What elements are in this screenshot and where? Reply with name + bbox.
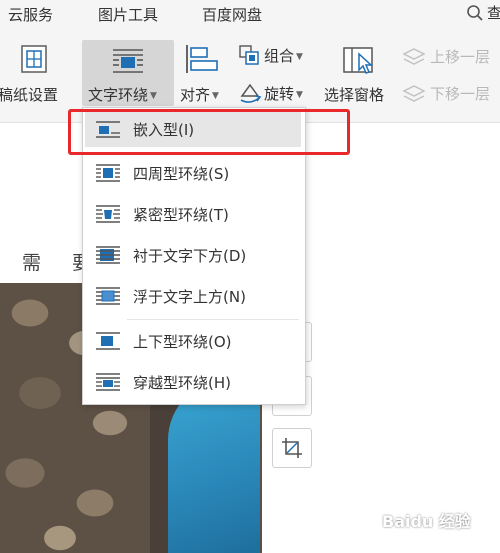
menu-item-label: 衬于文字下方(D) [133,247,247,265]
move-up-label: 上移一层 [430,48,491,66]
tight-wrap-icon [96,205,120,223]
select-pane-button[interactable]: 选择窗格 [322,40,394,106]
tab-cloud-service[interactable]: 云服务 [8,4,53,25]
select-pane-icon [343,47,373,74]
menu-item-label: 上下型环绕(O) [133,333,232,351]
chevron-down-icon: ▼ [296,51,303,62]
highlight-annotation [68,109,350,155]
tab-baidu-netdisk[interactable]: 百度网盘 [202,4,262,25]
top-bottom-wrap-icon [96,332,120,350]
group-label: 组合 ▼ [264,47,303,65]
text-wrap-icon [113,49,143,73]
text-wrap-label: 文字环绕 ▼ [88,86,157,104]
menu-item-top-bottom[interactable]: 上下型环绕(O) [85,323,301,359]
menu-item-tight[interactable]: 紧密型环绕(T) [85,196,301,232]
menu-item-label: 四周型环绕(S) [133,165,230,183]
group-button[interactable]: 组合 ▼ [236,42,316,68]
move-up-button[interactable]: 上移一层 [400,44,500,70]
text-wrap-button[interactable]: 文字环绕 ▼ [82,40,174,106]
menu-item-behind-text[interactable]: 衬于文字下方(D) [85,237,301,273]
send-backward-icon [402,85,426,102]
select-pane-label: 选择窗格 [324,86,385,104]
menu-item-square[interactable]: 四周型环绕(S) [85,155,301,191]
document-text-char: 需 [22,252,42,274]
menu-item-in-front-of-text[interactable]: 浮于文字上方(N) [85,278,301,314]
photo-detail [168,380,260,553]
crop-icon [282,438,302,458]
menu-item-through[interactable]: 穿越型环绕(H) [85,364,301,400]
square-wrap-icon [96,164,120,182]
watermark: Baidu 经验 [382,512,471,531]
menu-item-label: 紧密型环绕(T) [133,206,229,224]
chevron-down-icon: ▼ [296,89,303,100]
rotate-label: 旋转 ▼ [264,85,303,103]
through-wrap-icon [96,373,120,391]
bring-forward-icon [402,48,426,65]
rotate-icon [240,83,262,103]
search-icon [467,4,483,21]
menu-bar: 云服务 图片工具 百度网盘 查 [0,0,500,30]
move-down-label: 下移一层 [430,85,491,103]
search-button[interactable]: 查 [466,2,500,23]
paper-settings-label: 稿纸设置 [0,86,59,104]
menu-item-label: 穿越型环绕(H) [133,374,231,392]
menu-item-label: 浮于文字上方(N) [133,288,246,306]
search-label: 查 [487,4,500,22]
menu-separator [127,319,299,320]
move-down-button[interactable]: 下移一层 [400,82,500,108]
in-front-text-icon [96,287,120,305]
rotate-button[interactable]: 旋转 ▼ [236,80,316,106]
chevron-down-icon: ▼ [212,90,219,101]
crop-button[interactable] [272,428,312,468]
paper-settings-button[interactable]: 稿纸设置 [0,40,70,106]
behind-text-icon [96,246,120,264]
align-button[interactable]: 对齐 ▼ [178,40,224,106]
tab-picture-tools[interactable]: 图片工具 [98,4,158,25]
group-icon [239,45,259,65]
align-icon [186,45,218,73]
align-label: 对齐 ▼ [180,86,219,104]
chevron-down-icon: ▼ [150,90,157,101]
grid-paper-icon [21,45,47,73]
